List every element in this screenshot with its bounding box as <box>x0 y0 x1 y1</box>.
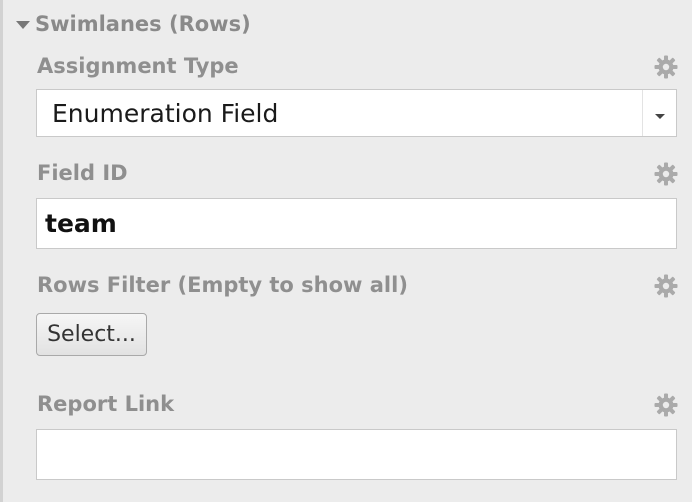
section-title: Swimlanes (Rows) <box>35 12 251 36</box>
gear-icon[interactable] <box>653 392 679 418</box>
field-id-label: Field ID <box>37 161 128 185</box>
assignment-type-label: Assignment Type <box>37 54 239 78</box>
dropdown-toggle[interactable] <box>642 90 676 136</box>
report-link-input[interactable] <box>36 429 677 480</box>
section-header-swimlanes[interactable]: Swimlanes (Rows) <box>16 9 251 39</box>
panel-left-border <box>0 0 3 502</box>
rows-filter-select-button[interactable]: Select... <box>36 313 147 356</box>
caret-down-icon[interactable] <box>16 21 30 29</box>
assignment-type-value: Enumeration Field <box>52 99 279 128</box>
assignment-type-select[interactable]: Enumeration Field <box>36 89 677 137</box>
report-link-label: Report Link <box>37 392 175 416</box>
gear-icon[interactable] <box>653 54 679 80</box>
gear-icon[interactable] <box>653 161 679 187</box>
swimlanes-panel: Swimlanes (Rows) Assignment Type Enumera… <box>0 0 692 502</box>
gear-icon[interactable] <box>653 273 679 299</box>
field-id-input[interactable] <box>36 198 677 249</box>
chevron-down-icon <box>655 114 665 119</box>
rows-filter-label: Rows Filter (Empty to show all) <box>37 273 408 297</box>
